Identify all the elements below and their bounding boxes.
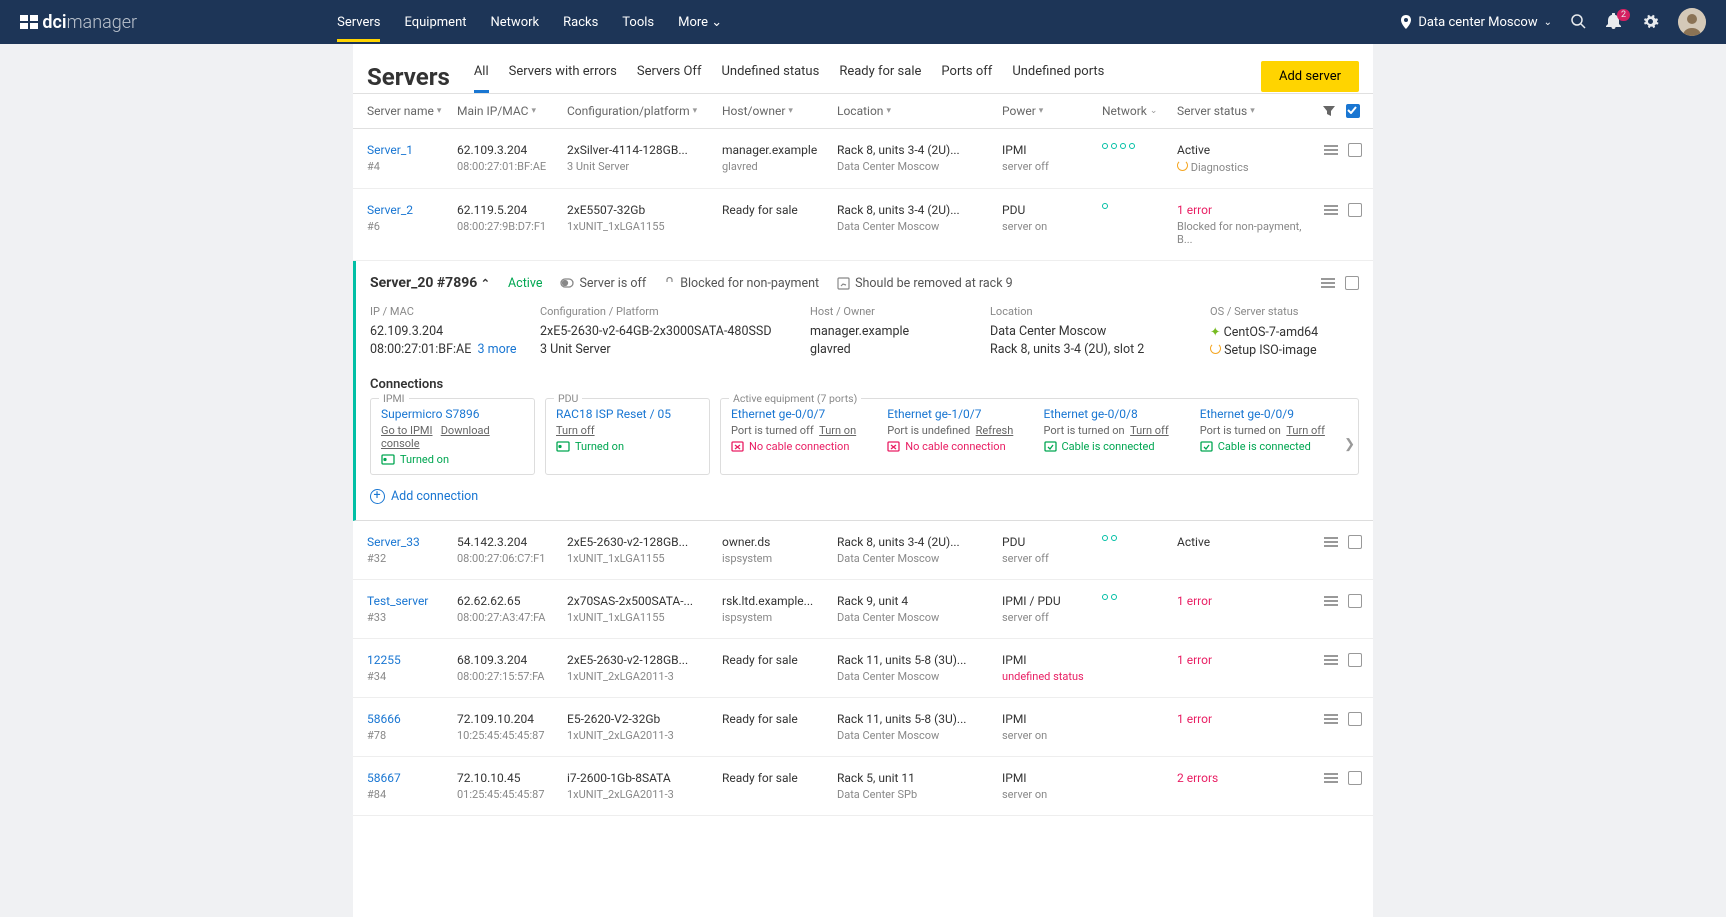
- col-header[interactable]: Location ▾: [837, 104, 1002, 118]
- pdu-name[interactable]: RAC18 ISP Reset / 05: [556, 407, 699, 421]
- col-header[interactable]: Host/owner ▾: [722, 104, 837, 118]
- main-nav: Servers Equipment Network Racks Tools More ⌄: [337, 3, 722, 42]
- ipmi-name[interactable]: Supermicro S7896: [381, 407, 524, 421]
- go-to-ipmi-link[interactable]: Go to IPMI: [381, 424, 433, 437]
- table-row: 58666#7872.109.10.20410:25:45:45:45:87E5…: [353, 698, 1373, 757]
- row-menu-icon[interactable]: [1321, 278, 1335, 288]
- col-header[interactable]: Network ⌄: [1102, 104, 1177, 118]
- bell-icon[interactable]: 2: [1606, 13, 1624, 31]
- next-ports-icon[interactable]: ❯: [1344, 437, 1355, 452]
- nav-tools[interactable]: Tools: [622, 3, 654, 42]
- port-action[interactable]: Turn off: [1130, 424, 1169, 437]
- row-menu-icon[interactable]: [1324, 773, 1338, 783]
- server-name-link[interactable]: Server_2: [367, 203, 457, 217]
- gear-icon[interactable]: [1642, 13, 1660, 31]
- col-header[interactable]: Main IP/MAC ▾: [457, 104, 567, 118]
- port-link[interactable]: Ethernet ge-0/0/7: [731, 407, 879, 421]
- expanded-server-panel: Server_20 #7896 ⌃ Active Server is off B…: [353, 261, 1373, 521]
- row-checkbox[interactable]: [1345, 276, 1359, 290]
- port-link[interactable]: Ethernet ge-0/0/9: [1200, 407, 1348, 421]
- tab-servers-with-errors[interactable]: Servers with errors: [509, 60, 617, 93]
- tab-ready-for-sale[interactable]: Ready for sale: [839, 60, 921, 93]
- server-name-link[interactable]: Server_33: [367, 535, 457, 549]
- table-row: Server_1#462.109.3.20408:00:27:01:BF:AE2…: [353, 129, 1373, 189]
- main-container: Servers All Servers with errors Servers Of…: [353, 44, 1373, 917]
- row-checkbox[interactable]: [1348, 653, 1362, 667]
- col-header[interactable]: Configuration/platform ▾: [567, 104, 722, 118]
- nav-equipment[interactable]: Equipment: [404, 3, 466, 42]
- servers-table: Server name ▾Main IP/MAC ▾Configuration/…: [353, 93, 1373, 816]
- server-name-link[interactable]: Test_server: [367, 594, 457, 608]
- port-link[interactable]: Ethernet ge-1/0/7: [887, 407, 1035, 421]
- more-link[interactable]: 3 more: [478, 342, 517, 357]
- expanded-title[interactable]: Server_20 #7896 ⌃: [370, 275, 490, 291]
- nav-network[interactable]: Network: [491, 3, 540, 42]
- row-menu-icon[interactable]: [1324, 537, 1338, 547]
- connections-title: Connections: [370, 377, 1359, 392]
- tab-ports-off[interactable]: Ports off: [941, 60, 992, 93]
- top-header: dcimanager Servers Equipment Network Racks T…: [0, 0, 1726, 44]
- active-equipment-card: Active equipment (7 ports) Ethernet ge-0…: [720, 398, 1359, 475]
- col-header[interactable]: Server name ▾: [367, 104, 457, 118]
- table-row: Server_33#3254.142.3.20408:00:27:06:C7:F…: [353, 521, 1373, 580]
- search-icon[interactable]: [1570, 13, 1588, 31]
- pdu-card: PDU RAC18 ISP Reset / 05 Turn off Turned…: [545, 398, 710, 475]
- row-menu-icon[interactable]: [1324, 655, 1338, 665]
- chip-server-off: Server is off: [560, 276, 646, 291]
- port-action[interactable]: Refresh: [976, 424, 1014, 437]
- row-menu-icon[interactable]: [1324, 145, 1338, 155]
- row-checkbox[interactable]: [1348, 712, 1362, 726]
- table-row: 58667#8472.10.10.4501:25:45:45:45:87i7-2…: [353, 757, 1373, 816]
- chip-blocked: Blocked for non-payment: [664, 276, 819, 291]
- location-selector[interactable]: Data center Moscow ⌄: [1400, 15, 1552, 30]
- row-menu-icon[interactable]: [1324, 205, 1338, 215]
- nav-servers[interactable]: Servers: [337, 3, 380, 42]
- table-row: 12255#3468.109.3.20408:00:27:15:57:FA2xE…: [353, 639, 1373, 698]
- filter-icon[interactable]: [1322, 104, 1336, 118]
- page-header: Servers All Servers with errors Servers Of…: [353, 44, 1373, 93]
- ipmi-card: IPMI Supermicro S7896 Go to IPMI Downloa…: [370, 398, 535, 475]
- row-checkbox[interactable]: [1348, 594, 1362, 608]
- add-server-button[interactable]: Add server: [1261, 61, 1359, 92]
- row-menu-icon[interactable]: [1324, 596, 1338, 606]
- col-header[interactable]: Power ▾: [1002, 104, 1102, 118]
- col-header[interactable]: Server status ▾: [1177, 104, 1312, 118]
- row-checkbox[interactable]: [1348, 143, 1362, 157]
- status-active: Active: [508, 276, 542, 291]
- table-header: Server name ▾Main IP/MAC ▾Configuration/…: [353, 94, 1373, 129]
- tab-servers-off[interactable]: Servers Off: [637, 60, 702, 93]
- server-name-link[interactable]: Server_1: [367, 143, 457, 157]
- row-checkbox[interactable]: [1348, 203, 1362, 217]
- chip-note: Should be removed at rack 9: [837, 276, 1013, 291]
- row-menu-icon[interactable]: [1324, 714, 1338, 724]
- row-checkbox[interactable]: [1348, 771, 1362, 785]
- select-all-checkbox[interactable]: [1346, 104, 1360, 118]
- nav-more[interactable]: More ⌄: [678, 3, 722, 42]
- port-action[interactable]: Turn off: [1286, 424, 1325, 437]
- pdu-turnoff-link[interactable]: Turn off: [556, 424, 595, 437]
- avatar[interactable]: [1678, 8, 1706, 36]
- page-title: Servers: [367, 63, 450, 91]
- nav-racks[interactable]: Racks: [563, 3, 598, 42]
- server-name-link[interactable]: 58666: [367, 712, 457, 726]
- filter-tabs: All Servers with errors Servers Off Undefin…: [474, 60, 1105, 93]
- tab-undefined-status[interactable]: Undefined status: [721, 60, 819, 93]
- add-connection-button[interactable]: Add connection: [370, 489, 1359, 504]
- logo: dcimanager: [20, 12, 137, 33]
- row-checkbox[interactable]: [1348, 535, 1362, 549]
- port-link[interactable]: Ethernet ge-0/0/8: [1044, 407, 1192, 421]
- table-row: Test_server#3362.62.62.6508:00:27:A3:47:…: [353, 580, 1373, 639]
- server-name-link[interactable]: 12255: [367, 653, 457, 667]
- port-action[interactable]: Turn on: [819, 424, 856, 437]
- table-row: Server_2#662.119.5.20408:00:27:9B:D7:F12…: [353, 189, 1373, 261]
- server-name-link[interactable]: 58667: [367, 771, 457, 785]
- tab-undefined-ports[interactable]: Undefined ports: [1012, 60, 1104, 93]
- tab-all[interactable]: All: [474, 60, 489, 93]
